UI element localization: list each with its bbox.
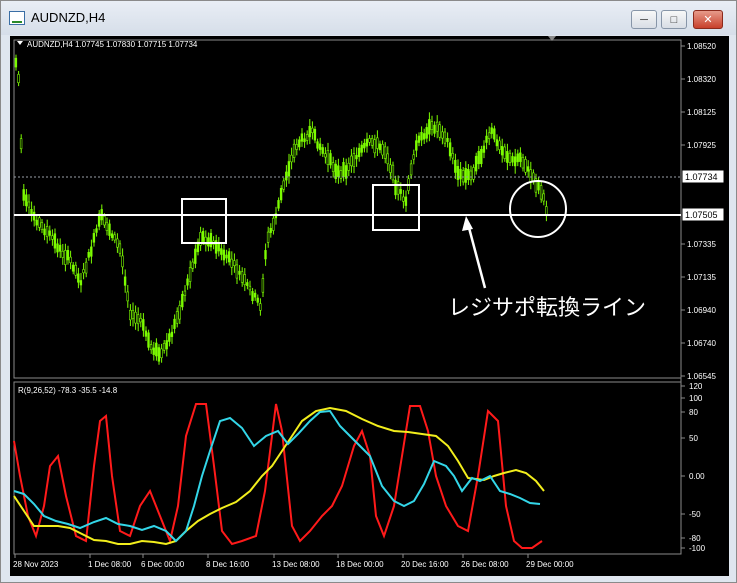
- price-label: 1.08320: [687, 75, 716, 84]
- symbol-header: AUDNZD,H4 1.07745 1.07830 1.07715 1.0773…: [27, 40, 198, 49]
- main-frame: [13, 39, 682, 379]
- time-label: 29 Dec 00:00: [526, 560, 574, 569]
- annotation-label: レジサポ転換ライン: [448, 295, 646, 320]
- time-label: 20 Dec 16:00: [401, 560, 449, 569]
- close-icon: ✕: [703, 14, 713, 26]
- oscillator-label: -100: [689, 544, 706, 553]
- oscillator-label: 0.00: [689, 472, 705, 481]
- current-price-text: 1.07734: [685, 172, 718, 182]
- time-label: 6 Dec 00:00: [141, 560, 185, 569]
- price-label: 1.08520: [687, 42, 716, 51]
- time-label: 18 Dec 00:00: [336, 560, 384, 569]
- maximize-button[interactable]: □: [661, 10, 687, 29]
- chart-window: AUDNZD,H4 ─ □ ✕ AUDNZD,H4 1.07745 1.0783…: [0, 0, 737, 583]
- oscillator-label: 50: [689, 434, 698, 443]
- collapse-arrow-icon[interactable]: [17, 41, 23, 45]
- price-label: 1.07335: [687, 240, 716, 249]
- minimize-icon: ─: [640, 13, 648, 26]
- minimize-button[interactable]: ─: [631, 10, 657, 29]
- window-title: AUDNZD,H4: [31, 10, 106, 25]
- close-button[interactable]: ✕: [693, 10, 723, 29]
- time-label: 8 Dec 16:00: [206, 560, 250, 569]
- arrow-head-icon: [462, 216, 473, 231]
- price-label: 1.06740: [687, 339, 716, 348]
- chart-area[interactable]: AUDNZD,H4 1.07745 1.07830 1.07715 1.0773…: [10, 36, 729, 576]
- price-label: 1.08125: [687, 108, 716, 117]
- price-label: 1.07925: [687, 141, 716, 150]
- time-label: 1 Dec 08:00: [88, 560, 132, 569]
- price-label: 1.07135: [687, 273, 716, 282]
- time-label: 28 Nov 2023: [13, 560, 59, 569]
- oscillator-fast-line: [13, 403, 543, 549]
- oscillator-header: R(9,26,52) -78.3 -35.5 -14.8: [18, 386, 118, 395]
- oscillator-label: -50: [689, 510, 701, 519]
- line-price-text: 1.07505: [685, 210, 718, 220]
- oscillator-label: -80: [689, 534, 701, 543]
- chart-app-icon: [9, 11, 25, 25]
- price-label: 1.06940: [687, 306, 716, 315]
- maximize-icon: □: [670, 13, 678, 26]
- oscillator-scale[interactable]: 120 100 80 50 0.00 -50 -80-100: [681, 382, 706, 553]
- oscillator-label: 80: [689, 408, 698, 417]
- oscillator-label: 120: [689, 382, 703, 391]
- title-bar[interactable]: AUDNZD,H4 ─ □ ✕: [1, 1, 736, 35]
- time-label: 13 Dec 08:00: [272, 560, 320, 569]
- oscillator-label: 100: [689, 394, 703, 403]
- annotation-arrow: [466, 223, 487, 289]
- price-label: 1.06545: [687, 372, 716, 381]
- time-label: 26 Dec 08:00: [461, 560, 509, 569]
- time-axis[interactable]: 28 Nov 2023 1 Dec 08:00 6 Dec 00:00 8 Dec 1…: [13, 554, 574, 569]
